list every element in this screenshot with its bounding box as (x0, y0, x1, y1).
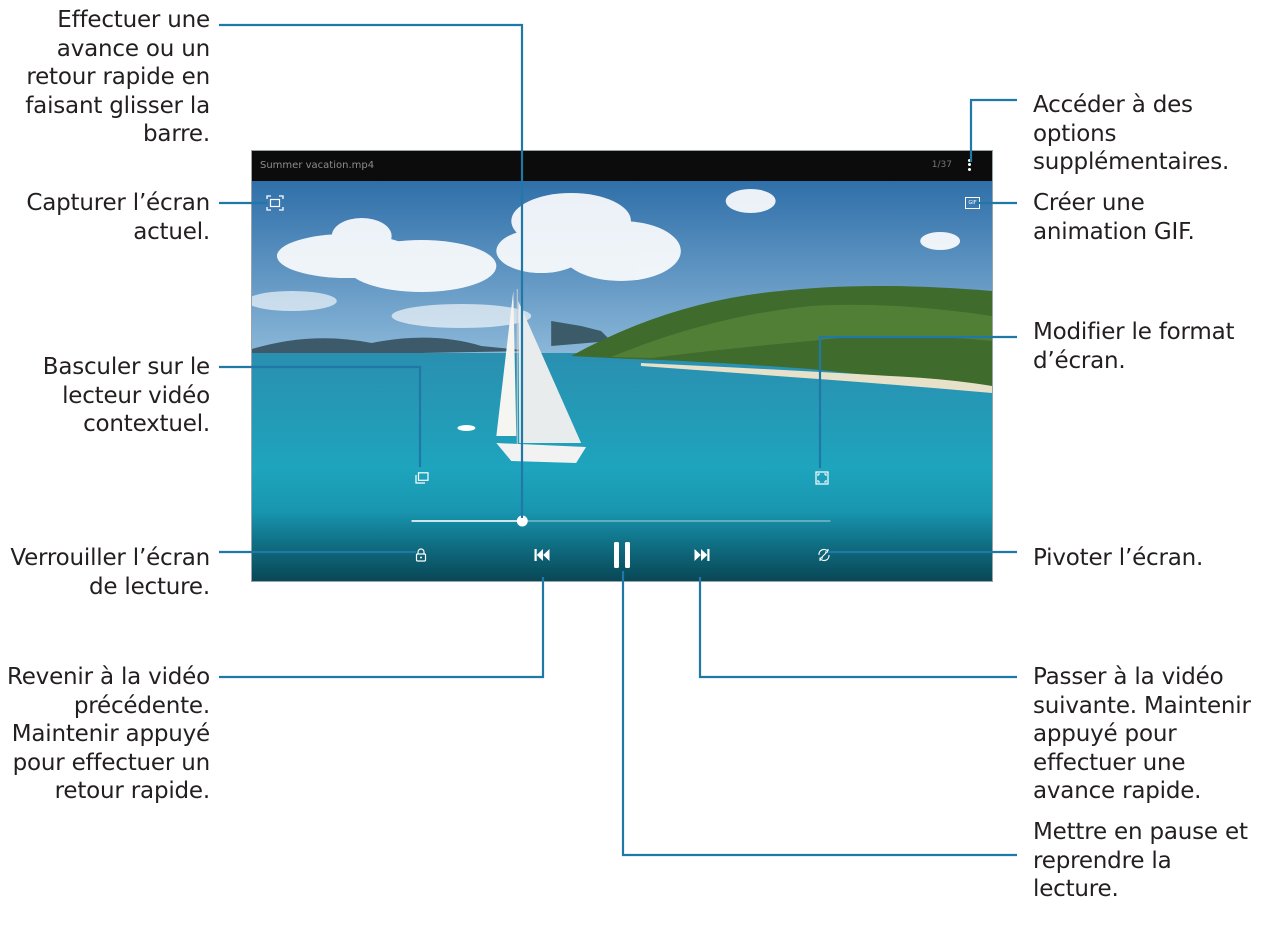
leader-pause (621, 571, 1017, 857)
callout-lines (219, 23, 1017, 857)
leader-popup (219, 365, 422, 467)
leader-ratio (818, 335, 1017, 468)
leader-next (698, 577, 1017, 679)
leader-scrub (219, 23, 524, 518)
leader-more (969, 98, 1017, 162)
leader-previous (219, 577, 545, 679)
